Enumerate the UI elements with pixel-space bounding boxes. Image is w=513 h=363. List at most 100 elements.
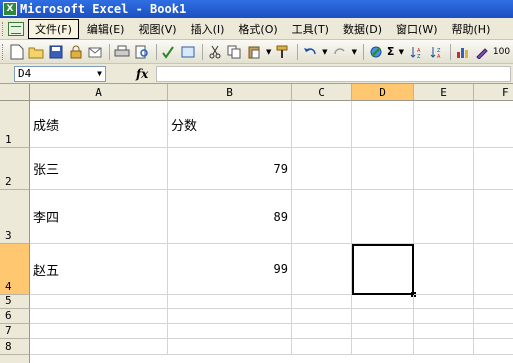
autosum-icon[interactable]: Σ: [387, 45, 395, 58]
drawing-icon[interactable]: [473, 43, 491, 61]
toolbar-grip[interactable]: [2, 43, 5, 60]
cell-a7[interactable]: [30, 324, 168, 339]
cell-d7[interactable]: [352, 324, 414, 339]
cell-a1[interactable]: 成绩: [30, 101, 168, 148]
hyperlink-icon[interactable]: [367, 43, 385, 61]
column-header-e[interactable]: E: [414, 84, 474, 101]
print-preview-icon[interactable]: [133, 43, 151, 61]
menu-view[interactable]: 视图(V): [132, 20, 182, 38]
cell-f8[interactable]: [474, 339, 513, 355]
cell-f7[interactable]: [474, 324, 513, 339]
cell-e3[interactable]: [414, 190, 474, 244]
cell-f1[interactable]: [474, 101, 513, 148]
cell-b4[interactable]: 99: [168, 244, 292, 295]
cell-c3[interactable]: [292, 190, 352, 244]
cell-a3[interactable]: 李四: [30, 190, 168, 244]
dropdown-icon[interactable]: ▼: [265, 43, 273, 61]
name-box[interactable]: D4 ▼: [14, 65, 106, 82]
column-header-b[interactable]: B: [168, 84, 292, 101]
cell-c6[interactable]: [292, 309, 352, 324]
cell-e4[interactable]: [414, 244, 474, 295]
row-header-9[interactable]: [0, 355, 30, 363]
formula-input[interactable]: [156, 65, 511, 82]
cell-e5[interactable]: [414, 295, 474, 309]
new-icon[interactable]: [8, 43, 26, 61]
open-icon[interactable]: [28, 43, 46, 61]
cell-b6[interactable]: [168, 309, 292, 324]
research-icon[interactable]: [179, 43, 197, 61]
zoom-box[interactable]: 100: [493, 47, 510, 57]
cell-b2[interactable]: 79: [168, 148, 292, 190]
cell-f6[interactable]: [474, 309, 513, 324]
cell-e1[interactable]: [414, 101, 474, 148]
cut-icon[interactable]: [206, 43, 224, 61]
menu-tools[interactable]: 工具(T): [286, 20, 335, 38]
redo-icon[interactable]: [331, 43, 349, 61]
permission-icon[interactable]: [67, 43, 85, 61]
cell-a2[interactable]: 张三: [30, 148, 168, 190]
menu-insert[interactable]: 插入(I): [185, 20, 231, 38]
cell-a5[interactable]: [30, 295, 168, 309]
cell-d1[interactable]: [352, 101, 414, 148]
email-icon[interactable]: [87, 43, 105, 61]
row-header-3[interactable]: 3: [0, 190, 30, 244]
cell-e6[interactable]: [414, 309, 474, 324]
cell-d2[interactable]: [352, 148, 414, 190]
menu-file[interactable]: 文件(F): [28, 18, 79, 39]
column-header-c[interactable]: C: [292, 84, 352, 101]
cell-f2[interactable]: [474, 148, 513, 190]
row-header-4[interactable]: 4: [0, 244, 30, 295]
cell-b5[interactable]: [168, 295, 292, 309]
excel-icon[interactable]: X: [3, 2, 17, 16]
cell-a6[interactable]: [30, 309, 168, 324]
copy-icon[interactable]: [225, 43, 243, 61]
row-header-5[interactable]: 5: [0, 294, 30, 309]
fx-icon[interactable]: fx: [136, 67, 148, 81]
cell-d8[interactable]: [352, 339, 414, 355]
cell-c8[interactable]: [292, 339, 352, 355]
menubar-grip[interactable]: [2, 21, 5, 36]
column-header-f[interactable]: F: [474, 84, 513, 101]
cell-b1[interactable]: 分数: [168, 101, 292, 148]
cell-c2[interactable]: [292, 148, 352, 190]
cell-d6[interactable]: [352, 309, 414, 324]
undo-icon[interactable]: [301, 43, 319, 61]
sort-ascending-icon[interactable]: AZ: [407, 43, 425, 61]
dropdown-icon[interactable]: ▼: [397, 43, 405, 61]
dropdown-icon[interactable]: ▼: [350, 43, 358, 61]
column-header-d[interactable]: D: [352, 84, 414, 101]
column-header-a[interactable]: A: [30, 84, 168, 101]
row-header-6[interactable]: 6: [0, 309, 30, 324]
spelling-icon[interactable]: [160, 43, 178, 61]
chart-wizard-icon[interactable]: [454, 43, 472, 61]
sort-descending-icon[interactable]: ZA: [427, 43, 445, 61]
cell-c5[interactable]: [292, 295, 352, 309]
print-icon[interactable]: [113, 43, 131, 61]
select-all-corner[interactable]: [0, 84, 30, 101]
cell-e7[interactable]: [414, 324, 474, 339]
menu-edit[interactable]: 编辑(E): [81, 20, 131, 38]
cell-f4[interactable]: [474, 244, 513, 295]
menu-help[interactable]: 帮助(H): [446, 20, 497, 38]
menu-data[interactable]: 数据(D): [337, 20, 388, 38]
cell-c1[interactable]: [292, 101, 352, 148]
paste-icon[interactable]: [245, 43, 263, 61]
cell-a4[interactable]: 赵五: [30, 244, 168, 295]
cell-b7[interactable]: [168, 324, 292, 339]
cell-f3[interactable]: [474, 190, 513, 244]
row-header-7[interactable]: 7: [0, 324, 30, 339]
dropdown-icon[interactable]: ▼: [321, 43, 329, 61]
cell-e8[interactable]: [414, 339, 474, 355]
cell-b8[interactable]: [168, 339, 292, 355]
chevron-down-icon[interactable]: ▼: [97, 69, 102, 78]
cell-d5[interactable]: [352, 295, 414, 309]
row-header-2[interactable]: 2: [0, 148, 30, 190]
cell-b3[interactable]: 89: [168, 190, 292, 244]
cell-f5[interactable]: [474, 295, 513, 309]
format-painter-icon[interactable]: [275, 43, 293, 61]
cell-c7[interactable]: [292, 324, 352, 339]
active-cell-d4[interactable]: [352, 244, 414, 295]
save-icon[interactable]: [47, 43, 65, 61]
row-header-8[interactable]: 8: [0, 339, 30, 355]
cell-e2[interactable]: [414, 148, 474, 190]
